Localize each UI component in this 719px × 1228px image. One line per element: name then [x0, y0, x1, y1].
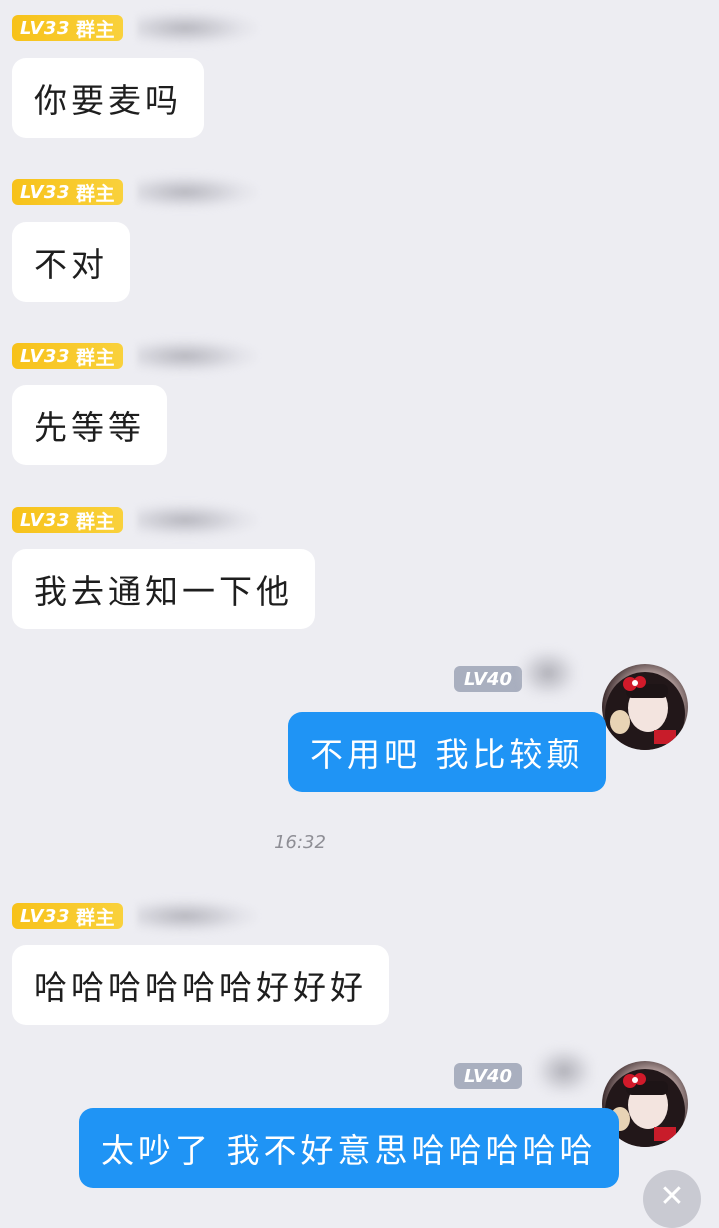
user-level-badge: LV40 — [454, 666, 522, 692]
owner-level-badge: LV33 群主 — [12, 507, 123, 533]
message-text: 哈哈哈哈哈哈好好好 — [34, 968, 367, 1007]
level-label: LV40 — [464, 1065, 512, 1087]
sender-header: LV33 群主 — [12, 174, 257, 210]
message-text: 我去通知一下他 — [34, 572, 293, 611]
message-timestamp: 16:32 — [274, 832, 326, 853]
incoming-message-bubble[interactable]: 我去通知一下他 — [12, 549, 315, 629]
owner-level-badge: LV33 群主 — [12, 179, 123, 205]
level-label: LV33 — [20, 509, 70, 531]
sender-header: LV33 群主 — [12, 898, 257, 934]
incoming-message-bubble[interactable]: 你要麦吗 — [12, 58, 204, 138]
blurred-sender-name — [137, 338, 257, 374]
avatar[interactable] — [602, 664, 688, 750]
role-label: 群主 — [75, 346, 115, 369]
level-label: LV40 — [464, 668, 512, 690]
message-text: 先等等 — [34, 408, 145, 447]
owner-level-badge: LV33 群主 — [12, 903, 123, 929]
message-text: 不用吧 我比较颠 — [310, 735, 584, 774]
level-label: LV33 — [20, 17, 70, 39]
avatar-image — [605, 672, 685, 750]
message-text: 不对 — [34, 245, 108, 284]
owner-level-badge: LV33 群主 — [12, 15, 123, 41]
floating-close-button[interactable]: ✕ — [643, 1170, 701, 1228]
blurred-sender-name — [137, 898, 257, 934]
message-text: 你要麦吗 — [34, 81, 182, 120]
incoming-message-bubble[interactable]: 先等等 — [12, 385, 167, 465]
blurred-sender-name — [137, 10, 257, 46]
outgoing-message-bubble[interactable]: 太吵了 我不好意思哈哈哈哈哈 — [79, 1108, 619, 1188]
level-label: LV33 — [20, 345, 70, 367]
level-label: LV33 — [20, 181, 70, 203]
role-label: 群主 — [75, 906, 115, 929]
level-label: LV33 — [20, 905, 70, 927]
role-label: 群主 — [75, 510, 115, 533]
close-icon: ✕ — [659, 1179, 685, 1214]
incoming-message-bubble[interactable]: 哈哈哈哈哈哈好好好 — [12, 945, 389, 1025]
user-level-badge: LV40 — [454, 1063, 522, 1089]
blurred-sender-name — [534, 1046, 594, 1096]
sender-header: LV33 群主 — [12, 10, 257, 46]
sender-header: LV33 群主 — [12, 502, 257, 538]
blurred-sender-name — [137, 174, 257, 210]
role-label: 群主 — [75, 182, 115, 205]
blurred-sender-name — [518, 648, 578, 698]
blurred-sender-name — [137, 502, 257, 538]
owner-level-badge: LV33 群主 — [12, 343, 123, 369]
outgoing-message-bubble[interactable]: 不用吧 我比较颠 — [288, 712, 606, 792]
message-text: 太吵了 我不好意思哈哈哈哈哈 — [101, 1131, 597, 1170]
sender-header: LV33 群主 — [12, 338, 257, 374]
incoming-message-bubble[interactable]: 不对 — [12, 222, 130, 302]
role-label: 群主 — [75, 18, 115, 41]
